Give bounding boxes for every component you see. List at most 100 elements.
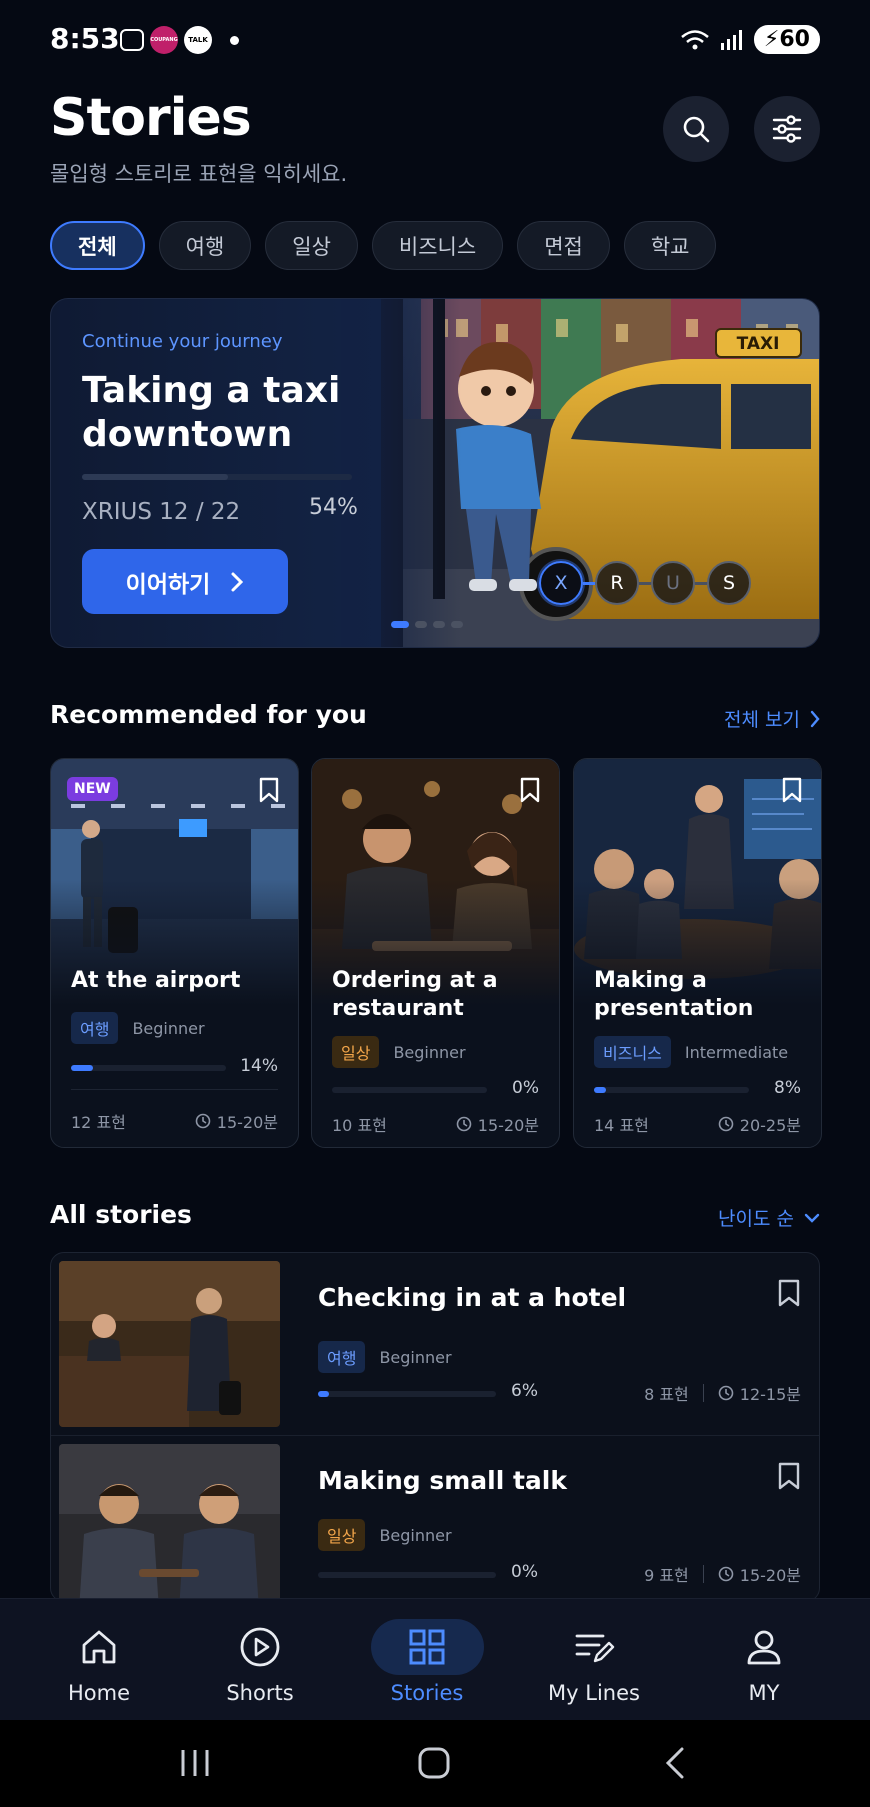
- home-nav-icon[interactable]: [417, 1746, 451, 1780]
- tab-shorts[interactable]: Shorts: [190, 1599, 330, 1721]
- sliders-icon: [772, 115, 802, 143]
- tab-stories[interactable]: Stories: [357, 1599, 497, 1721]
- card-progress-fill: [594, 1087, 607, 1093]
- story-title: Making small talk: [318, 1466, 567, 1495]
- battery-indicator: ⚡60: [753, 25, 820, 54]
- filter-settings-button[interactable]: [754, 96, 820, 162]
- see-all-label: 전체 보기: [724, 709, 800, 731]
- home-icon: [79, 1619, 119, 1675]
- card-progress-bar: [71, 1065, 226, 1071]
- hero-story-title: Taking a taxi downtown: [82, 370, 341, 455]
- recommended-card-presentation[interactable]: Making a presentation 비즈니스 Intermediate …: [573, 758, 822, 1148]
- expression-count: 12 표현: [71, 1113, 126, 1132]
- xrus-step-indicator: X R U S: [539, 561, 751, 605]
- status-time: 8:53: [50, 22, 120, 55]
- card-progress-percent: 8%: [774, 1078, 801, 1098]
- bookmark-icon[interactable]: [777, 1462, 801, 1490]
- search-icon: [683, 116, 710, 143]
- signal-icon: [720, 29, 742, 50]
- bookmark-icon[interactable]: [519, 777, 541, 803]
- kakaotalk-icon: TALK: [184, 26, 212, 54]
- hero-lesson-progress: XRIUS 12 / 22: [82, 499, 241, 525]
- chevron-right-icon: [810, 710, 820, 727]
- level-label: Intermediate: [684, 1042, 789, 1062]
- carousel-pagination[interactable]: [391, 621, 463, 628]
- level-label: Beginner: [393, 1042, 466, 1062]
- chip-all[interactable]: 전체: [50, 221, 145, 270]
- card-title: Ordering at a restaurant: [332, 968, 498, 1021]
- recent-apps-icon[interactable]: [178, 1748, 212, 1778]
- all-stories-list: Checking in at a hotel 여행 Beginner 6% 8 …: [50, 1252, 820, 1602]
- step-connector: [695, 581, 707, 585]
- tab-my-lines[interactable]: My Lines: [524, 1599, 664, 1721]
- recommended-card-restaurant[interactable]: Ordering at a restaurant 일상 Beginner 0% …: [311, 758, 560, 1148]
- bookmark-icon[interactable]: [781, 777, 803, 803]
- expression-count: 14 표현: [594, 1116, 649, 1135]
- story-row-hotel[interactable]: Checking in at a hotel 여행 Beginner 6% 8 …: [51, 1253, 819, 1436]
- page-title: Stories: [50, 88, 252, 148]
- category-tag: 일상: [332, 1036, 380, 1068]
- chip-daily[interactable]: 일상: [265, 221, 358, 270]
- bookmark-icon[interactable]: [777, 1279, 801, 1307]
- continue-button[interactable]: 이어하기: [82, 549, 288, 614]
- carousel-dot[interactable]: [451, 621, 463, 628]
- chip-business[interactable]: 비즈니스: [371, 221, 504, 270]
- system-navigation-bar: [0, 1720, 870, 1807]
- story-meta: 일상 Beginner: [318, 1519, 452, 1551]
- status-bar: 8:53 COUPANG TALK ⚡60: [0, 0, 870, 80]
- story-info: 8 표현 12-15분: [644, 1381, 801, 1405]
- chevron-down-icon: [804, 1213, 820, 1223]
- hero-progress-fill: [82, 474, 228, 480]
- tab-label: My Lines: [548, 1681, 640, 1705]
- hotel-thumbnail: [59, 1261, 280, 1427]
- chevron-right-icon: [231, 572, 244, 591]
- step-r: R: [595, 561, 639, 605]
- story-progress-percent: 0%: [511, 1562, 538, 1582]
- clock-icon: [718, 1566, 734, 1582]
- info-separator: [702, 1384, 704, 1402]
- duration: 15-20분: [195, 1109, 278, 1133]
- duration: 12-15분: [718, 1381, 801, 1405]
- story-row-small-talk[interactable]: Making small talk 일상 Beginner 0% 9 표현 15…: [51, 1436, 819, 1601]
- grid-icon: [370, 1619, 484, 1675]
- page-subtitle: 몰입형 스토리로 표현을 익히세요.: [50, 162, 348, 186]
- see-all-link[interactable]: 전체 보기: [724, 705, 820, 732]
- carousel-dot[interactable]: [415, 621, 427, 628]
- play-circle-icon: [239, 1619, 281, 1675]
- level-label: Beginner: [379, 1525, 452, 1545]
- carousel-dot[interactable]: [433, 621, 445, 628]
- carousel-dot-active[interactable]: [391, 621, 409, 628]
- tab-label: Stories: [390, 1681, 464, 1705]
- step-connector: [639, 581, 651, 585]
- story-progress-bar: [318, 1391, 496, 1397]
- hero-progress-bar: [82, 474, 352, 480]
- tab-home[interactable]: Home: [29, 1599, 169, 1721]
- category-filter-chips: 전체 여행 일상 비즈니스 면접 학교: [50, 221, 717, 270]
- duration: 15-20분: [456, 1112, 539, 1136]
- chip-travel[interactable]: 여행: [158, 221, 252, 270]
- all-stories-section-title: All stories: [50, 1200, 192, 1229]
- category-tag: 여행: [71, 1012, 119, 1044]
- wifi-icon: [681, 29, 709, 49]
- expression-count: 9 표현: [644, 1566, 689, 1585]
- hero-gradient-overlay: [341, 299, 461, 647]
- sort-dropdown[interactable]: 난이도 순: [718, 1204, 820, 1231]
- tab-my[interactable]: MY: [694, 1599, 834, 1721]
- hero-kicker: Continue your journey: [82, 331, 283, 352]
- step-u: U: [651, 561, 695, 605]
- story-progress-bar: [318, 1572, 496, 1578]
- card-meta: 여행 Beginner: [71, 1012, 205, 1044]
- recommended-card-airport[interactable]: NEW At the airport 여행 Beginner 14% 12 표현…: [50, 758, 299, 1148]
- search-button[interactable]: [663, 96, 729, 162]
- expression-count: 10 표현: [332, 1116, 387, 1135]
- card-footer: 12 표현 15-20분: [71, 1109, 278, 1133]
- level-label: Beginner: [132, 1018, 205, 1038]
- info-separator: [702, 1565, 704, 1583]
- chip-interview[interactable]: 면접: [517, 221, 610, 270]
- step-connector: [583, 581, 595, 585]
- step-s: S: [707, 561, 751, 605]
- back-icon[interactable]: [664, 1746, 686, 1780]
- chip-school[interactable]: 학교: [623, 221, 717, 270]
- bookmark-icon[interactable]: [258, 777, 280, 803]
- continue-story-card[interactable]: TAXI Continue your journey Taking a taxi…: [50, 298, 820, 648]
